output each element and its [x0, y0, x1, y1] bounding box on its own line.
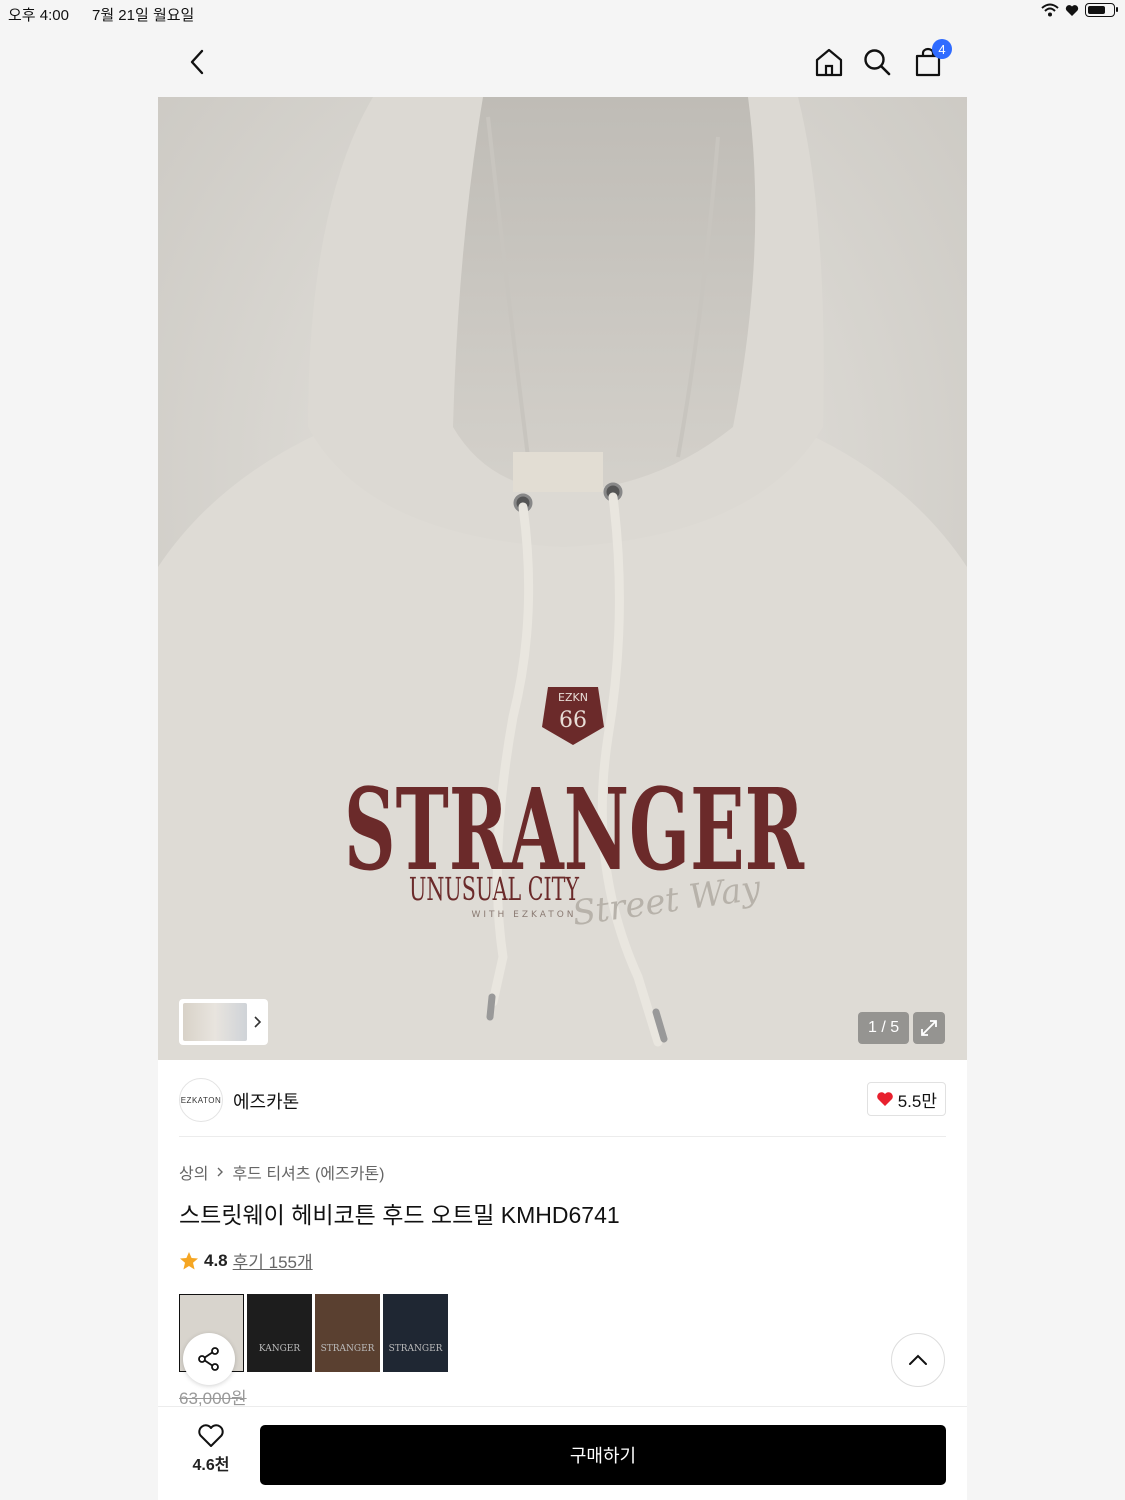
- brand-like-count: 5.5만: [897, 1091, 937, 1111]
- battery-icon: [1085, 3, 1118, 17]
- brand-row[interactable]: EZKATON 에즈카톤 5.5만: [179, 1078, 946, 1136]
- wifi-icon: [1041, 3, 1059, 17]
- breadcrumb: 상의 후드 티셔츠 (에즈카톤): [179, 1160, 384, 1184]
- color-swatch-navy[interactable]: STRANGER: [383, 1294, 448, 1372]
- product-title: 스트릿웨이 헤비코튼 후드 오트밀 KMHD6741: [179, 1202, 620, 1228]
- share-icon: [198, 1347, 219, 1371]
- breadcrumb-item[interactable]: 후드 티셔츠 (에즈카톤): [232, 1160, 384, 1184]
- chevron-up-icon: [909, 1354, 927, 1365]
- breadcrumb-item[interactable]: 상의: [179, 1160, 208, 1184]
- top-nav: 4: [158, 28, 967, 97]
- color-swatch-black[interactable]: KANGER: [247, 1294, 312, 1372]
- status-time: 오후 4:00: [8, 7, 69, 24]
- wishlist-count: 4.6천: [192, 1457, 230, 1474]
- thumbnail-strip[interactable]: [179, 999, 268, 1045]
- thumbnail-image: [183, 1003, 247, 1041]
- rating-score: 4.8: [204, 1250, 228, 1270]
- svg-text:66: 66: [559, 708, 587, 733]
- back-icon[interactable]: [182, 46, 212, 78]
- bottom-action-bar: 4.6천 구매하기: [158, 1406, 967, 1500]
- cart-icon[interactable]: 4: [912, 39, 952, 79]
- status-bar: 오후 4:00 7월 21일 월요일: [0, 0, 1125, 28]
- home-icon[interactable]: [813, 45, 845, 79]
- product-page: 4 EZKN 66 STRANGER UNUSUAL CITY Street W…: [158, 28, 967, 1500]
- divider: [179, 1136, 946, 1137]
- reviews-link[interactable]: 후기 155개: [233, 1248, 313, 1273]
- heart-filled-icon: [876, 1092, 893, 1106]
- svg-text:UNUSUAL CITY: UNUSUAL CITY: [409, 870, 580, 908]
- share-button[interactable]: [183, 1333, 235, 1385]
- brand-like-button[interactable]: 5.5만: [866, 1082, 946, 1116]
- chevron-right-icon: [254, 1016, 262, 1028]
- rating-row: 4.8 후기 155개: [179, 1248, 313, 1273]
- buy-button[interactable]: 구매하기: [260, 1425, 946, 1485]
- brand-logo[interactable]: EZKATON: [179, 1078, 223, 1122]
- chevron-right-icon: [217, 1167, 224, 1177]
- brand-name[interactable]: 에즈카톤: [233, 1088, 299, 1114]
- svg-text:WITH EZKATON: WITH EZKATON: [471, 910, 576, 920]
- image-counter: 1 / 5: [858, 1012, 910, 1044]
- product-photo: EZKN 66 STRANGER UNUSUAL CITY Street Way…: [158, 97, 967, 1060]
- expand-icon[interactable]: [913, 1012, 945, 1044]
- heart-outline-icon: [198, 1424, 224, 1447]
- scroll-top-button[interactable]: [891, 1333, 945, 1387]
- wishlist-button[interactable]: 4.6천: [184, 1423, 238, 1475]
- search-icon[interactable]: [861, 45, 893, 79]
- star-icon: [180, 1251, 198, 1269]
- status-date: 7월 21일 월요일: [92, 7, 195, 24]
- product-image-carousel[interactable]: EZKN 66 STRANGER UNUSUAL CITY Street Way…: [158, 97, 967, 1060]
- color-swatch-brown[interactable]: STRANGER: [315, 1294, 380, 1372]
- heart-status-icon: [1065, 4, 1079, 16]
- cart-count-badge: 4: [932, 39, 952, 59]
- svg-text:EZKN: EZKN: [558, 691, 588, 704]
